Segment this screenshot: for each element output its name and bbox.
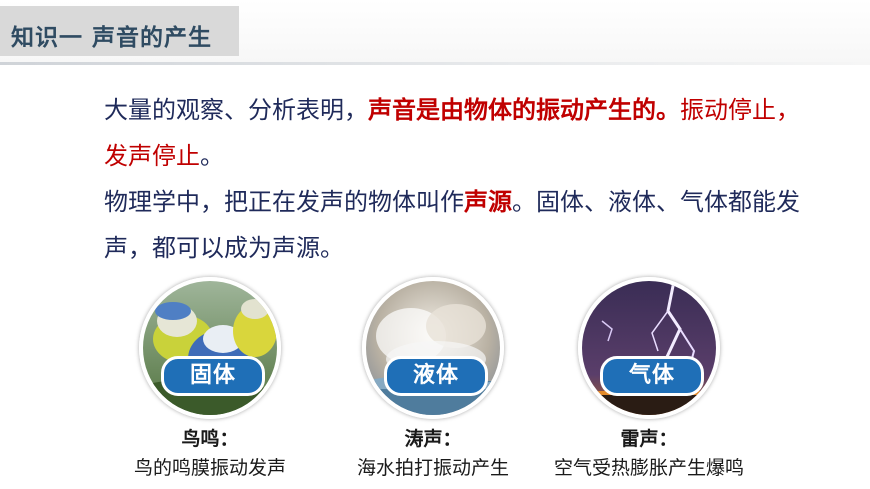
paragraph1-end: 。 bbox=[200, 142, 224, 170]
header-divider bbox=[0, 62, 870, 65]
paragraph-sound-origin: 大量的观察、分析表明，声音是由物体的振动产生的。振动停止，发声停止。 bbox=[104, 87, 804, 179]
lightning-image bbox=[578, 277, 720, 419]
liquid-example-image: 液体 bbox=[362, 277, 504, 419]
paragraph1-text: 大量的观察、分析表明， bbox=[104, 96, 368, 124]
gas-example-image: 气体 bbox=[578, 277, 720, 419]
paragraph2-text: 物理学中，把正在发声的物体叫作 bbox=[104, 188, 464, 216]
solid-example-title: 鸟鸣： bbox=[181, 428, 239, 450]
gas-example-title: 雷声： bbox=[620, 428, 678, 450]
bird-image bbox=[139, 277, 281, 419]
gas-example-desc: 空气受热膨胀产生爆鸣 bbox=[553, 457, 744, 479]
solid-example-desc: 鸟的鸣膜振动发声 bbox=[133, 457, 286, 479]
solid-example-image: 固体 bbox=[139, 277, 281, 419]
section-title: 知识一 声音的产生 bbox=[11, 25, 213, 51]
paragraph1-period: 。 bbox=[656, 96, 680, 124]
gas-badge: 气体 bbox=[600, 356, 704, 396]
solid-badge: 固体 bbox=[161, 356, 265, 396]
section-title-box: 知识一 声音的产生 bbox=[0, 6, 239, 56]
liquid-badge: 液体 bbox=[384, 356, 488, 396]
paragraph-sound-source: 物理学中，把正在发声的物体叫作声源。固体、液体、气体都能发声，都可以成为声源。 bbox=[104, 179, 804, 271]
paragraph1-emphasis: 声音是由物体的振动产生的 bbox=[368, 96, 656, 124]
liquid-example-desc: 海水拍打振动产生 bbox=[356, 457, 509, 479]
paragraph2-emphasis: 声源 bbox=[464, 188, 512, 216]
liquid-example-title: 涛声： bbox=[404, 428, 462, 450]
wave-image bbox=[362, 277, 504, 419]
